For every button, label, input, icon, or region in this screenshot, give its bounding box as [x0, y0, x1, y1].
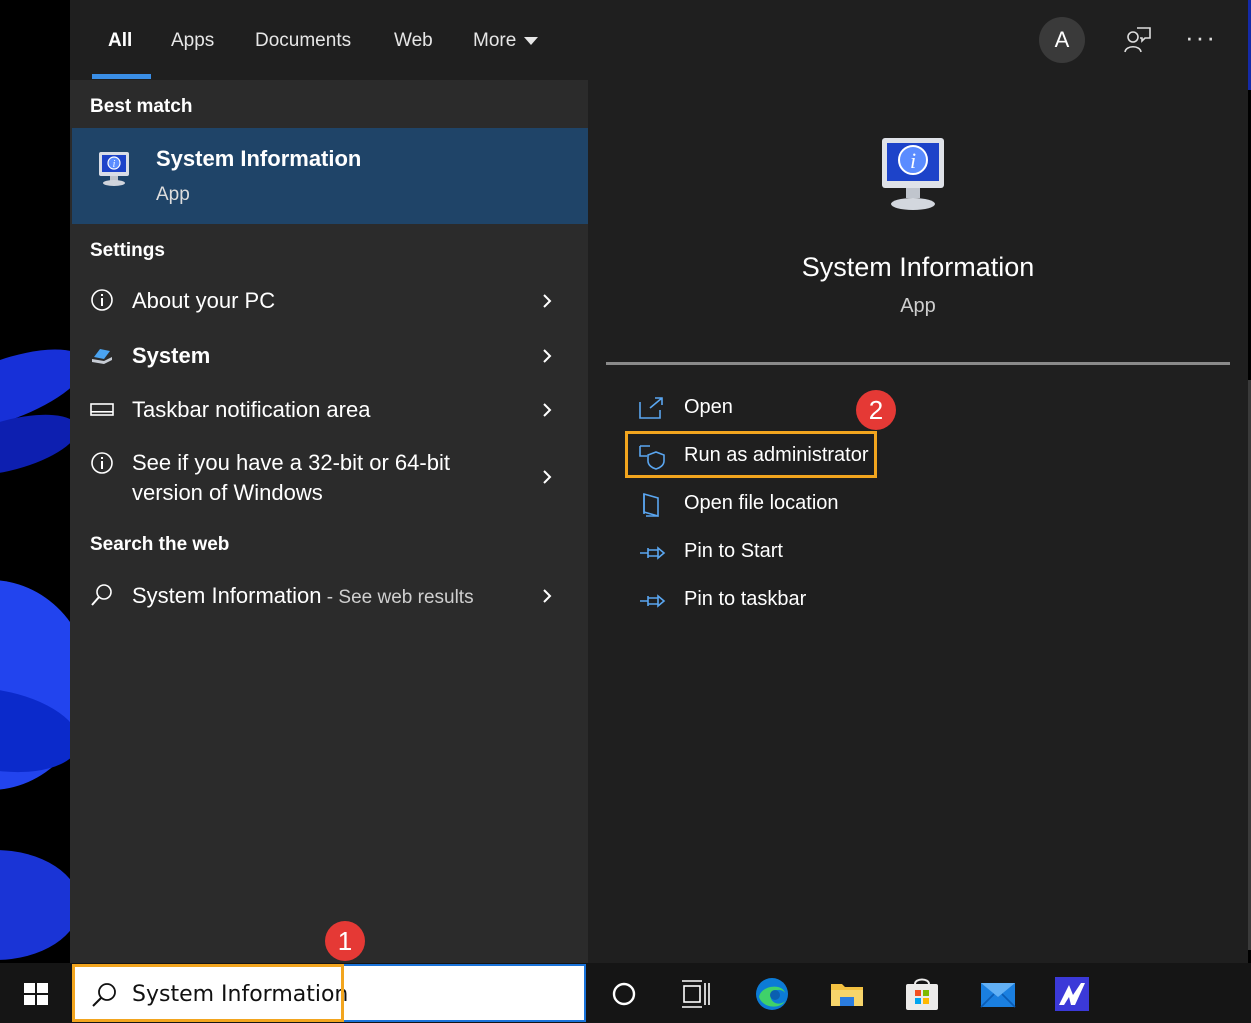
- tab-more-label: More: [473, 30, 517, 51]
- web-result-label: System Information - See web results: [132, 581, 474, 613]
- web-result-sub: - See web results: [321, 587, 474, 608]
- tab-web[interactable]: Web: [394, 28, 433, 54]
- search-panel: All Apps Documents Web More A ··· Best m…: [70, 0, 1248, 963]
- caret-down-icon: [524, 36, 539, 45]
- settings-item-label: About your PC: [132, 288, 276, 313]
- settings-item-taskbar-notification-area[interactable]: Taskbar notification area: [70, 393, 588, 427]
- action-label: Pin to taskbar: [684, 588, 807, 610]
- step-badge-2: 2: [856, 390, 896, 430]
- preview-pane: i System Information App Open Run as adm…: [606, 98, 1230, 963]
- search-box-highlight: [72, 964, 344, 1022]
- step-badge-1: 1: [325, 921, 365, 961]
- settings-item-32-or-64-bit[interactable]: See if you have a 32-bit or 64-bit versi…: [70, 447, 588, 511]
- svg-text:i: i: [113, 159, 116, 170]
- settings-heading: Settings: [90, 240, 165, 261]
- pin-icon: [640, 546, 666, 560]
- svg-text:i: i: [910, 148, 916, 173]
- tab-apps[interactable]: Apps: [171, 28, 214, 54]
- settings-item-label: See if you have a 32-bit or 64-bit versi…: [132, 450, 450, 505]
- open-icon: [639, 397, 663, 419]
- search-the-web-heading: Search the web: [90, 534, 230, 555]
- pin-to-start-action[interactable]: Pin to Start: [638, 538, 838, 568]
- taskbar-icon: [90, 403, 114, 416]
- folder-location-icon: [643, 492, 659, 518]
- preview-subtitle: App: [900, 295, 936, 317]
- windows-start-icon[interactable]: [22, 980, 50, 1008]
- feedback-icon[interactable]: [1123, 26, 1151, 54]
- edge-browser-icon[interactable]: [753, 975, 791, 1013]
- web-result-query: System Information: [132, 583, 322, 608]
- account-avatar[interactable]: A: [1039, 17, 1085, 63]
- web-result-item[interactable]: System Information - See web results: [70, 579, 588, 613]
- open-file-location-action[interactable]: Open file location: [638, 490, 878, 520]
- system-information-icon: i: [99, 152, 129, 186]
- settings-item-label: System: [132, 343, 211, 368]
- tab-all[interactable]: All: [108, 28, 132, 54]
- preview-title: System Information: [801, 252, 1035, 282]
- best-match-item[interactable]: i System Information App: [72, 128, 588, 224]
- taskbar: System Information 1: [0, 921, 1251, 1023]
- chevron-right-icon: [543, 589, 552, 603]
- chevron-right-icon: [543, 349, 552, 363]
- best-match-title: System Information: [156, 146, 362, 171]
- best-match-heading: Best match: [90, 96, 193, 117]
- results-list: Best match i System Information App Sett…: [70, 80, 588, 963]
- chevron-right-icon: [543, 294, 552, 308]
- search-filter-bar: All Apps Documents Web More A ···: [70, 0, 1248, 80]
- preview-divider: [606, 362, 1230, 365]
- run-as-administrator-highlight: [625, 431, 877, 478]
- more-options-icon[interactable]: ···: [1185, 22, 1217, 53]
- file-explorer-icon[interactable]: [828, 975, 866, 1013]
- info-icon: [91, 452, 113, 474]
- chevron-right-icon: [543, 403, 552, 417]
- task-view-icon[interactable]: [677, 975, 715, 1013]
- cortana-icon[interactable]: [605, 975, 643, 1013]
- microsoft-store-icon[interactable]: [903, 975, 941, 1013]
- action-label: Open: [684, 396, 733, 418]
- info-icon: [91, 289, 113, 311]
- action-label: Pin to Start: [684, 540, 783, 562]
- tab-more[interactable]: More: [473, 28, 539, 54]
- mail-icon[interactable]: [979, 975, 1017, 1013]
- chevron-right-icon: [543, 470, 552, 484]
- settings-item-system[interactable]: System: [70, 339, 588, 373]
- laptop-icon: [92, 349, 112, 364]
- preview-header: i System Information App: [606, 98, 1230, 362]
- best-match-subtitle: App: [156, 184, 190, 205]
- pin-icon: [640, 594, 666, 608]
- tab-documents[interactable]: Documents: [255, 28, 351, 54]
- settings-item-label: Taskbar notification area: [132, 397, 371, 422]
- settings-item-about-your-pc[interactable]: About your PC: [70, 284, 588, 318]
- active-tab-indicator: [92, 74, 151, 79]
- action-label: Open file location: [684, 492, 839, 514]
- system-information-icon: i: [882, 138, 944, 210]
- search-icon: [91, 584, 112, 606]
- open-action[interactable]: Open: [638, 394, 838, 424]
- app-icon[interactable]: [1053, 975, 1091, 1013]
- pin-to-taskbar-action[interactable]: Pin to taskbar: [638, 586, 838, 616]
